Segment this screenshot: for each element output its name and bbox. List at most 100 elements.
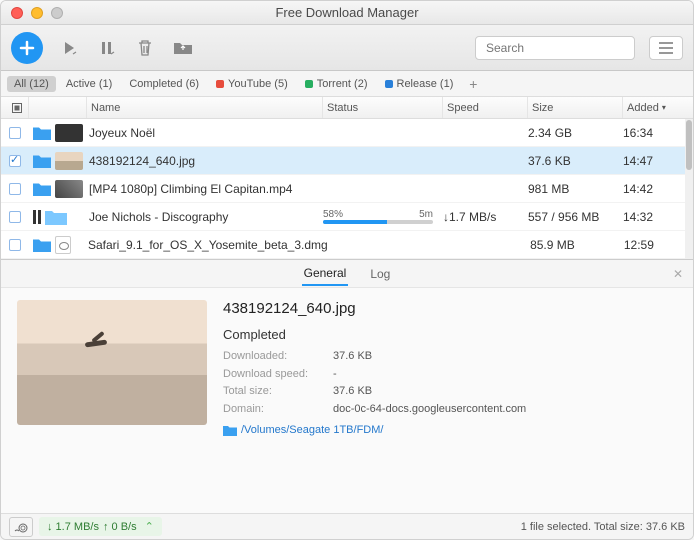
filter-tag[interactable]: All (12) bbox=[7, 76, 56, 92]
status-bar: ↓ 1.7 MB/s ↑ 0 B/s ⌃ 1 file selected. To… bbox=[1, 513, 693, 539]
downloaded-value: 37.6 KB bbox=[333, 348, 372, 366]
window-title: Free Download Manager bbox=[1, 5, 693, 20]
row-icons bbox=[29, 209, 87, 225]
header-size[interactable]: Size bbox=[528, 97, 623, 118]
detail-info: 438192124_640.jpg Completed Downloaded:3… bbox=[223, 300, 677, 501]
header-icon[interactable] bbox=[29, 97, 87, 118]
chevron-up-icon[interactable]: ⌃ bbox=[145, 520, 154, 533]
total-label: Total size: bbox=[223, 383, 333, 401]
detail-status: Completed bbox=[223, 327, 677, 342]
row-size: 981 MB bbox=[528, 182, 623, 196]
add-download-button[interactable] bbox=[11, 32, 43, 64]
titlebar: Free Download Manager bbox=[1, 1, 693, 25]
header-checkbox[interactable] bbox=[1, 97, 29, 118]
detail-path[interactable]: /Volumes/Seagate 1TB/FDM/ bbox=[223, 424, 677, 436]
search-box[interactable] bbox=[475, 36, 635, 60]
row-size: 2.34 GB bbox=[528, 126, 623, 140]
row-checkbox[interactable] bbox=[9, 127, 21, 139]
row-icons bbox=[29, 124, 87, 142]
pause-button[interactable] bbox=[95, 36, 119, 60]
row-icons bbox=[29, 152, 87, 170]
row-name: Safari_9.1_for_OS_X_Yosemite_beta_3.dmg bbox=[86, 238, 328, 252]
row-added: 12:59 bbox=[624, 238, 693, 252]
app-window: Free Download Manager All (12) Active (1)… bbox=[0, 0, 694, 540]
folder-icon bbox=[45, 209, 67, 225]
row-icons bbox=[29, 236, 86, 254]
filter-tag[interactable]: YouTube (5) bbox=[209, 76, 295, 92]
detail-tabs: General Log ✕ bbox=[1, 260, 693, 288]
transfer-speeds[interactable]: ↓ 1.7 MB/s ↑ 0 B/s ⌃ bbox=[39, 517, 162, 536]
tab-general[interactable]: General bbox=[302, 262, 349, 286]
traffic-lights bbox=[1, 7, 63, 19]
header-added[interactable]: Added ▾ bbox=[623, 97, 693, 118]
folder-icon bbox=[33, 182, 51, 196]
row-checkbox[interactable] bbox=[9, 155, 21, 167]
folder-icon bbox=[33, 154, 51, 168]
filter-label: All (12) bbox=[14, 78, 49, 90]
folder-icon bbox=[33, 238, 51, 252]
minimize-window-button[interactable] bbox=[31, 7, 43, 19]
row-name: Joe Nichols - Discography bbox=[87, 210, 323, 224]
header-name[interactable]: Name bbox=[87, 97, 323, 118]
close-window-button[interactable] bbox=[11, 7, 23, 19]
filter-tag[interactable]: Torrent (2) bbox=[298, 76, 375, 92]
filter-tag[interactable]: Release (1) bbox=[378, 76, 461, 92]
row-name: Joyeux Noël bbox=[87, 126, 323, 140]
filter-color-dot bbox=[385, 80, 393, 88]
filter-label: Release (1) bbox=[397, 78, 454, 90]
file-thumbnail bbox=[55, 236, 71, 254]
folder-icon bbox=[223, 425, 237, 436]
download-list: Joyeux Noël2.34 GB16:34438192124_640.jpg… bbox=[1, 119, 693, 259]
move-to-folder-button[interactable] bbox=[171, 36, 195, 60]
table-header: Name Status Speed Size Added ▾ bbox=[1, 97, 693, 119]
filter-label: Active (1) bbox=[66, 78, 112, 90]
detail-title: 438192124_640.jpg bbox=[223, 300, 677, 317]
domain-label: Domain: bbox=[223, 401, 333, 419]
row-size: 85.9 MB bbox=[530, 238, 624, 252]
downloaded-label: Downloaded: bbox=[223, 348, 333, 366]
row-name: 438192124_640.jpg bbox=[87, 154, 323, 168]
filter-tag[interactable]: Active (1) bbox=[59, 76, 119, 92]
file-thumbnail bbox=[55, 152, 83, 170]
filter-bar: All (12) Active (1) Completed (6)YouTube (… bbox=[1, 71, 693, 97]
table-row[interactable]: Joe Nichols - Discography58%5m↓1.7 MB/s5… bbox=[1, 203, 693, 231]
header-speed[interactable]: Speed bbox=[443, 97, 528, 118]
total-value: 37.6 KB bbox=[333, 383, 372, 401]
row-icons bbox=[29, 180, 87, 198]
close-detail-button[interactable]: ✕ bbox=[673, 267, 683, 281]
row-checkbox[interactable] bbox=[9, 239, 21, 251]
row-checkbox[interactable] bbox=[9, 211, 21, 223]
tab-log[interactable]: Log bbox=[368, 263, 392, 285]
table-row[interactable]: 438192124_640.jpg37.6 KB14:47 bbox=[1, 147, 693, 175]
row-checkbox[interactable] bbox=[9, 183, 21, 195]
play-button[interactable] bbox=[57, 36, 81, 60]
table-row[interactable]: Safari_9.1_for_OS_X_Yosemite_beta_3.dmg 8… bbox=[1, 231, 693, 259]
selection-info: 1 file selected. Total size: 37.6 KB bbox=[521, 521, 685, 533]
toolbar bbox=[1, 25, 693, 71]
menu-button[interactable] bbox=[649, 36, 683, 60]
maximize-window-button[interactable] bbox=[51, 7, 63, 19]
detail-panel: General Log ✕ 438192124_640.jpg Complete… bbox=[1, 259, 693, 513]
table-row[interactable]: Joyeux Noël2.34 GB16:34 bbox=[1, 119, 693, 147]
speed-value: - bbox=[333, 366, 337, 384]
upload-speed: ↑ 0 B/s bbox=[103, 521, 137, 533]
filter-tag[interactable]: Completed (6) bbox=[122, 76, 206, 92]
row-name: [MP4 1080p] Climbing El Capitan.mp4 bbox=[87, 182, 323, 196]
file-preview bbox=[17, 300, 207, 425]
search-input[interactable] bbox=[486, 41, 641, 55]
list-scrollbar[interactable] bbox=[685, 119, 693, 259]
filter-color-dot bbox=[305, 80, 313, 88]
row-added: 14:42 bbox=[623, 182, 693, 196]
header-status[interactable]: Status bbox=[323, 97, 443, 118]
speed-label: Download speed: bbox=[223, 366, 333, 384]
download-speed: ↓ 1.7 MB/s bbox=[47, 521, 99, 533]
speed-limit-button[interactable] bbox=[9, 517, 33, 537]
table-row[interactable]: [MP4 1080p] Climbing El Capitan.mp4 981 M… bbox=[1, 175, 693, 203]
pause-icon bbox=[33, 210, 41, 224]
row-added: 14:32 bbox=[623, 210, 693, 224]
row-size: 557 / 956 MB bbox=[528, 210, 623, 224]
delete-button[interactable] bbox=[133, 36, 157, 60]
add-filter-button[interactable]: + bbox=[464, 76, 482, 92]
row-size: 37.6 KB bbox=[528, 154, 623, 168]
folder-icon bbox=[33, 126, 51, 140]
